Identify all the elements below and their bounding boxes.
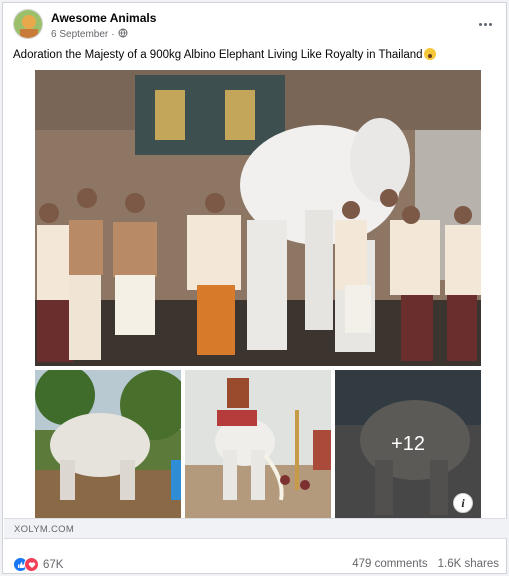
post-card: Awesome Animals 6 September · Adoration …	[2, 2, 507, 574]
love-icon	[24, 557, 39, 572]
post-date[interactable]: 6 September	[51, 29, 108, 40]
info-icon[interactable]: i	[453, 493, 473, 513]
post-meta: 6 September ·	[51, 28, 128, 41]
engagement-bar: 67K 479 comments 1.6K shares	[13, 555, 499, 573]
link-source-domain: XOLYM.COM	[14, 524, 75, 535]
astonished-face-emoji-icon	[423, 48, 436, 60]
thumbnail-elephant-procession[interactable]	[185, 370, 331, 518]
page-avatar[interactable]	[13, 9, 43, 39]
post-header: Awesome Animals 6 September ·	[13, 9, 499, 43]
link-preview-bar[interactable]: XOLYM.COM	[4, 518, 507, 539]
comments-count[interactable]: 479 comments	[352, 558, 427, 570]
main-photo-albino-elephant[interactable]	[35, 70, 481, 366]
post-stats: 479 comments 1.6K shares	[352, 558, 499, 570]
page-name[interactable]: Awesome Animals	[51, 11, 156, 25]
thumbnail-elephant-yard[interactable]	[35, 370, 181, 518]
shares-count[interactable]: 1.6K shares	[438, 558, 499, 570]
reactions-summary[interactable]: 67K	[13, 557, 63, 572]
more-options-icon[interactable]	[473, 15, 497, 33]
caption-text: Adoration the Majesty of a 900kg Albino …	[13, 49, 423, 61]
more-photos-count: +12	[391, 432, 425, 455]
post-caption: Adoration the Majesty of a 900kg Albino …	[13, 47, 499, 63]
date-separator: ·	[111, 29, 115, 40]
reaction-count: 67K	[43, 558, 64, 571]
globe-icon	[118, 28, 128, 41]
media-grid: +12 i	[35, 70, 481, 518]
